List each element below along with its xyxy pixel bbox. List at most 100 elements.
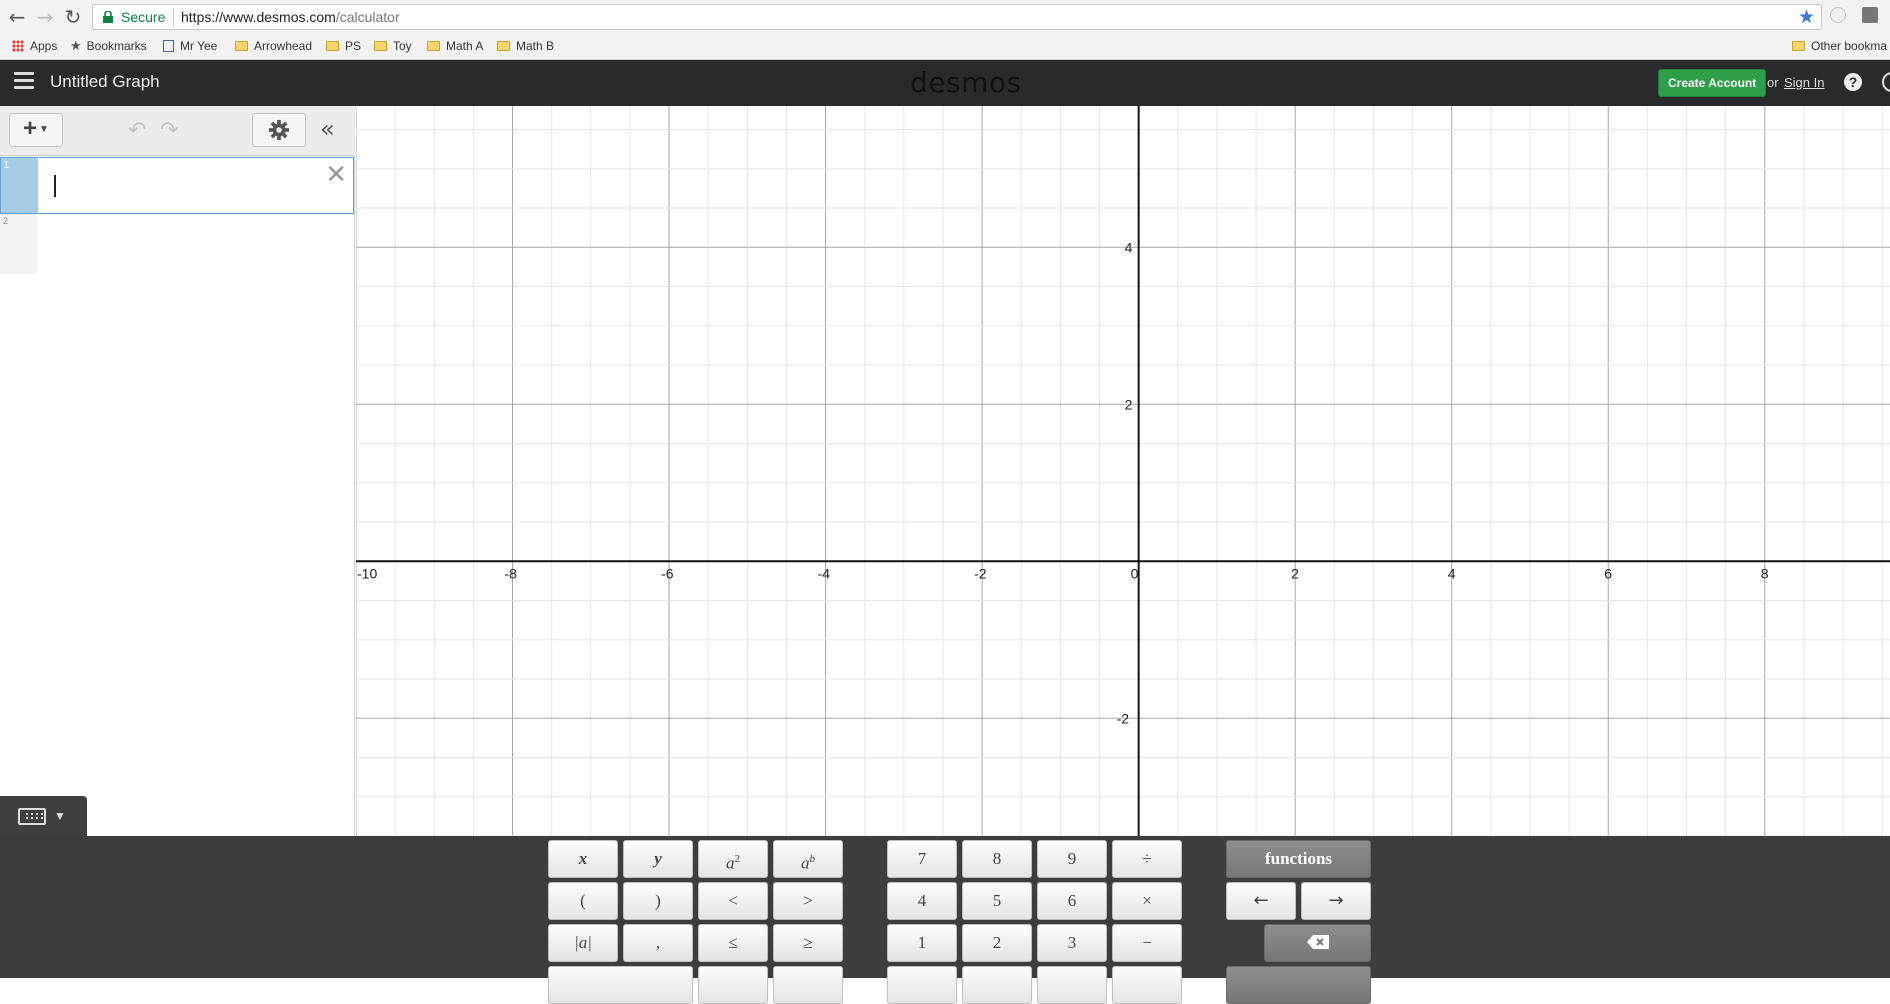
x-tick-label: -8 xyxy=(505,565,518,581)
desmos-logo: desmos xyxy=(910,66,1022,99)
expression-tab[interactable]: 1 xyxy=(1,158,38,213)
left-arrow-key[interactable]: ← xyxy=(1226,882,1296,920)
expression-panel: + ▼ ↶ ↷ « 1 ✕ 2 xyxy=(0,106,355,836)
key-3[interactable]: 3 xyxy=(1037,924,1107,962)
share-icon[interactable] xyxy=(1882,72,1890,92)
key-close-paren[interactable]: ) xyxy=(623,882,693,920)
expression-tab[interactable]: 2 xyxy=(0,214,37,274)
key-y[interactable]: y xyxy=(623,840,693,878)
x-tick-label: 0 xyxy=(1131,565,1139,581)
key-2[interactable]: 2 xyxy=(962,924,1032,962)
url-text[interactable]: https://www.desmos.com/calculator xyxy=(181,9,400,25)
key-1[interactable]: 1 xyxy=(887,924,957,962)
key-7[interactable]: 7 xyxy=(887,840,957,878)
key-open-paren[interactable]: ( xyxy=(548,882,618,920)
extension-icon[interactable] xyxy=(1830,7,1846,23)
or-text: or xyxy=(1767,75,1779,90)
browser-chrome: ← → ↻ Secure https://www.desmos.com/calc… xyxy=(0,0,1890,60)
y-tick-label: -2 xyxy=(1117,710,1130,726)
bookmark-star-icon[interactable]: ★ xyxy=(1798,6,1815,28)
address-bar[interactable]: Secure https://www.desmos.com/calculator… xyxy=(92,4,1822,30)
key-power[interactable]: ab xyxy=(773,840,843,878)
folder-icon xyxy=(497,41,510,51)
create-account-button[interactable]: Create Account xyxy=(1658,69,1767,97)
expression-row[interactable]: 1 ✕ xyxy=(0,157,354,214)
right-arrow-key[interactable]: → xyxy=(1301,882,1371,920)
star-icon: ★ xyxy=(70,39,82,54)
other-bookmarks[interactable]: Other bookma xyxy=(1792,38,1887,54)
add-item-button[interactable]: + ▼ xyxy=(9,113,63,147)
bookmark-ps[interactable]: PS xyxy=(326,38,361,54)
key-minus[interactable]: − xyxy=(1112,924,1182,962)
collapse-panel-icon[interactable]: « xyxy=(320,115,335,143)
key-8[interactable]: 8 xyxy=(962,840,1032,878)
y-tick-label: 4 xyxy=(1125,239,1133,255)
chevron-down-icon: ▼ xyxy=(54,809,66,823)
expression-toolbar: + ▼ ↶ ↷ « xyxy=(0,106,355,156)
y-tick-label: 2 xyxy=(1125,396,1133,412)
backspace-icon xyxy=(1306,935,1329,949)
key-row4[interactable] xyxy=(1037,966,1107,1004)
graph-title[interactable]: Untitled Graph xyxy=(50,72,160,92)
key-row4[interactable] xyxy=(1112,966,1182,1004)
arrow-right-icon: → xyxy=(1328,890,1344,911)
bookmark-arrowhead[interactable]: Arrowhead xyxy=(235,38,312,54)
key-divide[interactable]: ÷ xyxy=(1112,840,1182,878)
key-comma[interactable]: , xyxy=(623,924,693,962)
graph-canvas[interactable]: -10 -8 -6 -4 -2 0 2 4 6 8 4 2 -2 xyxy=(356,106,1890,836)
extension-icon[interactable] xyxy=(1862,7,1878,23)
key-less-than[interactable]: < xyxy=(698,882,768,920)
key-4[interactable]: 4 xyxy=(887,882,957,920)
back-icon[interactable]: ← xyxy=(6,6,28,28)
enter-key[interactable] xyxy=(1226,966,1371,1004)
lock-icon xyxy=(103,11,113,23)
functions-button[interactable]: functions xyxy=(1226,840,1371,878)
undo-icon[interactable]: ↶ xyxy=(128,118,146,143)
key-9[interactable]: 9 xyxy=(1037,840,1107,878)
help-icon[interactable]: ? xyxy=(1844,73,1862,91)
x-tick-label: 4 xyxy=(1448,565,1456,581)
bookmark-mr-yee[interactable]: Mr Yee xyxy=(163,38,217,54)
folder-icon xyxy=(235,41,248,51)
bookmarks-bar: Apps ★ Bookmarks Mr Yee Arrowhead PS Toy … xyxy=(0,34,1890,58)
reload-icon[interactable]: ↻ xyxy=(62,6,84,28)
key-row4[interactable] xyxy=(773,966,843,1004)
key-greater-than[interactable]: > xyxy=(773,882,843,920)
menu-icon[interactable] xyxy=(14,72,34,90)
delete-expression-icon[interactable]: ✕ xyxy=(325,160,347,190)
expression-row[interactable]: 2 xyxy=(0,214,354,274)
key-row4[interactable] xyxy=(962,966,1032,1004)
expression-number: 2 xyxy=(3,216,9,226)
key-greater-equal[interactable]: ≥ xyxy=(773,924,843,962)
x-tick-label: -10 xyxy=(357,565,377,581)
arrow-left-icon: ← xyxy=(1253,890,1269,911)
app-header: Untitled Graph desmos Create Account or … xyxy=(0,60,1890,106)
apps-icon xyxy=(12,40,24,52)
redo-icon[interactable]: ↷ xyxy=(160,118,178,143)
key-less-equal[interactable]: ≤ xyxy=(698,924,768,962)
key-row4[interactable] xyxy=(887,966,957,1004)
key-multiply[interactable]: × xyxy=(1112,882,1182,920)
key-abs[interactable]: |a| xyxy=(548,924,618,962)
bookmark-toy[interactable]: Toy xyxy=(374,38,412,54)
bookmark-apps[interactable]: Apps xyxy=(12,38,57,54)
folder-icon xyxy=(1792,41,1805,51)
bookmark-bookmarks[interactable]: ★ Bookmarks xyxy=(70,38,147,54)
folder-icon xyxy=(374,41,387,51)
gear-icon xyxy=(268,119,290,141)
bookmark-math-b[interactable]: Math B xyxy=(497,38,554,54)
bookmark-math-a[interactable]: Math A xyxy=(427,38,483,54)
key-row4[interactable] xyxy=(698,966,768,1004)
graph-settings-button[interactable] xyxy=(252,113,306,147)
keypad-toggle-button[interactable]: ▼ xyxy=(0,796,87,836)
key-squared[interactable]: a2 xyxy=(698,840,768,878)
forward-icon[interactable]: → xyxy=(34,6,56,28)
key-x[interactable]: x xyxy=(548,840,618,878)
backspace-key[interactable] xyxy=(1264,924,1371,962)
key-5[interactable]: 5 xyxy=(962,882,1032,920)
key-row4[interactable] xyxy=(548,966,693,1004)
sign-in-link[interactable]: Sign In xyxy=(1784,75,1824,90)
url-separator xyxy=(173,8,174,26)
key-6[interactable]: 6 xyxy=(1037,882,1107,920)
graph-grid[interactable]: -10 -8 -6 -4 -2 0 2 4 6 8 4 2 -2 xyxy=(356,106,1890,836)
